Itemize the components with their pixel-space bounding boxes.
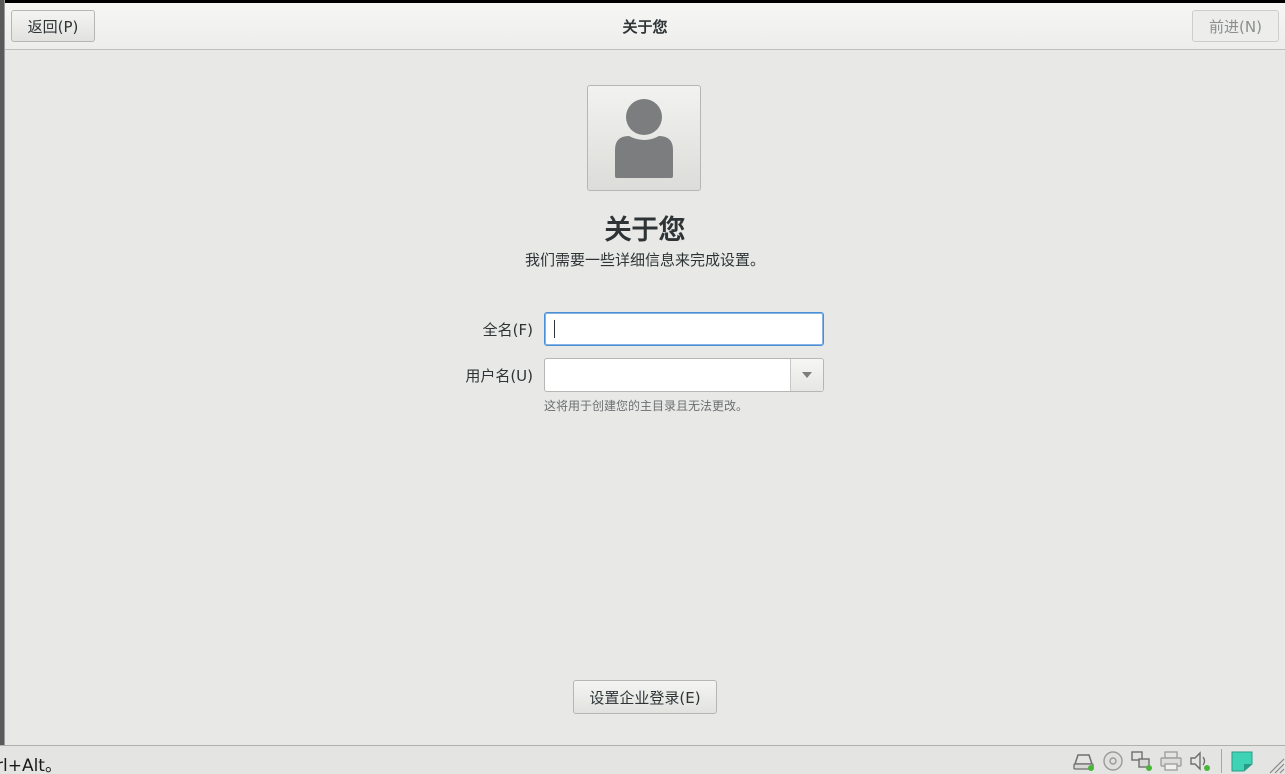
username-label: 用户名(U) xyxy=(465,367,533,385)
header-title: 关于您 xyxy=(622,18,668,36)
username-combobox[interactable] xyxy=(544,358,824,392)
page-heading: 关于您 xyxy=(604,215,686,246)
network-icon[interactable] xyxy=(1130,750,1154,772)
chevron-down-icon xyxy=(802,372,812,378)
header-bar: 返回(P) 关于您 前进(N) xyxy=(5,3,1285,50)
status-hint-text: rl+Alt。 xyxy=(0,756,62,774)
fullname-input[interactable] xyxy=(544,312,824,346)
tray-separator xyxy=(1221,749,1222,773)
printer-icon[interactable] xyxy=(1159,750,1183,772)
avatar-button[interactable] xyxy=(587,85,701,191)
resize-grip[interactable] xyxy=(1267,756,1285,774)
vm-screen: 返回(P) 关于您 前进(N) 关于您 我们需要一些详细信息来完成设置。 全名(… xyxy=(0,0,1285,774)
enterprise-login-button[interactable]: 设置企业登录(E) xyxy=(573,680,717,714)
hard-disk-icon[interactable] xyxy=(1072,750,1096,772)
text-caret xyxy=(554,320,555,338)
about-you-page: 关于您 我们需要一些详细信息来完成设置。 全名(F) 用户名(U) 这将用于创建… xyxy=(5,50,1285,745)
audio-icon[interactable] xyxy=(1188,750,1212,772)
user-avatar-icon xyxy=(615,99,673,178)
page-subtitle: 我们需要一些详细信息来完成设置。 xyxy=(524,251,765,269)
optical-disc-icon[interactable] xyxy=(1101,750,1125,772)
username-dropdown-button[interactable] xyxy=(790,359,823,391)
username-hint: 这将用于创建您的主目录且无法更改。 xyxy=(544,399,749,413)
shared-clipboard-icon[interactable] xyxy=(1230,750,1254,772)
username-input[interactable] xyxy=(545,359,790,391)
next-button[interactable]: 前进(N) xyxy=(1192,10,1279,42)
fullname-label: 全名(F) xyxy=(482,321,533,339)
vm-status-bar: rl+Alt。 xyxy=(0,745,1285,774)
